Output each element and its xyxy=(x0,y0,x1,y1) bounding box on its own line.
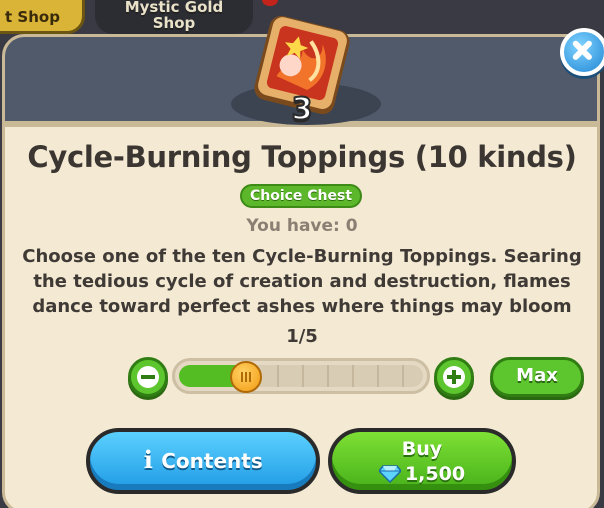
tab-mystic-label-line1: Mystic Gold xyxy=(124,0,224,16)
quantity-counter: 1/5 xyxy=(286,326,318,347)
max-button[interactable]: Max xyxy=(490,357,584,397)
tab-shop[interactable]: t Shop xyxy=(0,0,85,34)
tab-mystic-label-line2: Shop xyxy=(152,14,196,32)
buy-price: 1,500 xyxy=(404,463,466,485)
info-icon: i xyxy=(143,445,153,474)
owned-count: You have: 0 xyxy=(246,216,358,236)
contents-label: Contents xyxy=(161,449,263,473)
minus-icon xyxy=(137,366,159,388)
plus-icon xyxy=(443,366,465,388)
buy-button[interactable]: Buy 1,500 xyxy=(328,428,516,494)
contents-button[interactable]: i Contents xyxy=(86,428,320,494)
item-title: Cycle-Burning Toppings (10 kinds) xyxy=(27,140,577,174)
close-icon xyxy=(572,40,592,60)
tab-shop-label: t Shop xyxy=(5,8,60,26)
slider-handle[interactable] xyxy=(230,361,262,393)
choice-chest-badge: Choice Chest xyxy=(240,184,362,208)
price-row: 1,500 xyxy=(378,463,466,485)
description-scroll[interactable]: Choose one of the ten Cycle-Burning Topp… xyxy=(20,244,584,324)
quantity-slider[interactable] xyxy=(172,358,430,394)
notification-dot xyxy=(262,0,278,6)
buy-label: Buy xyxy=(401,438,443,460)
increase-quantity-button[interactable] xyxy=(434,357,474,397)
close-button[interactable] xyxy=(560,28,604,76)
item-description: Choose one of the ten Cycle-Burning Topp… xyxy=(22,246,582,324)
decrease-quantity-button[interactable] xyxy=(128,357,168,397)
tab-mystic-gold-shop[interactable]: Mystic Gold Shop xyxy=(95,0,253,34)
crystal-icon xyxy=(378,465,401,483)
item-count: 3 xyxy=(291,91,314,128)
